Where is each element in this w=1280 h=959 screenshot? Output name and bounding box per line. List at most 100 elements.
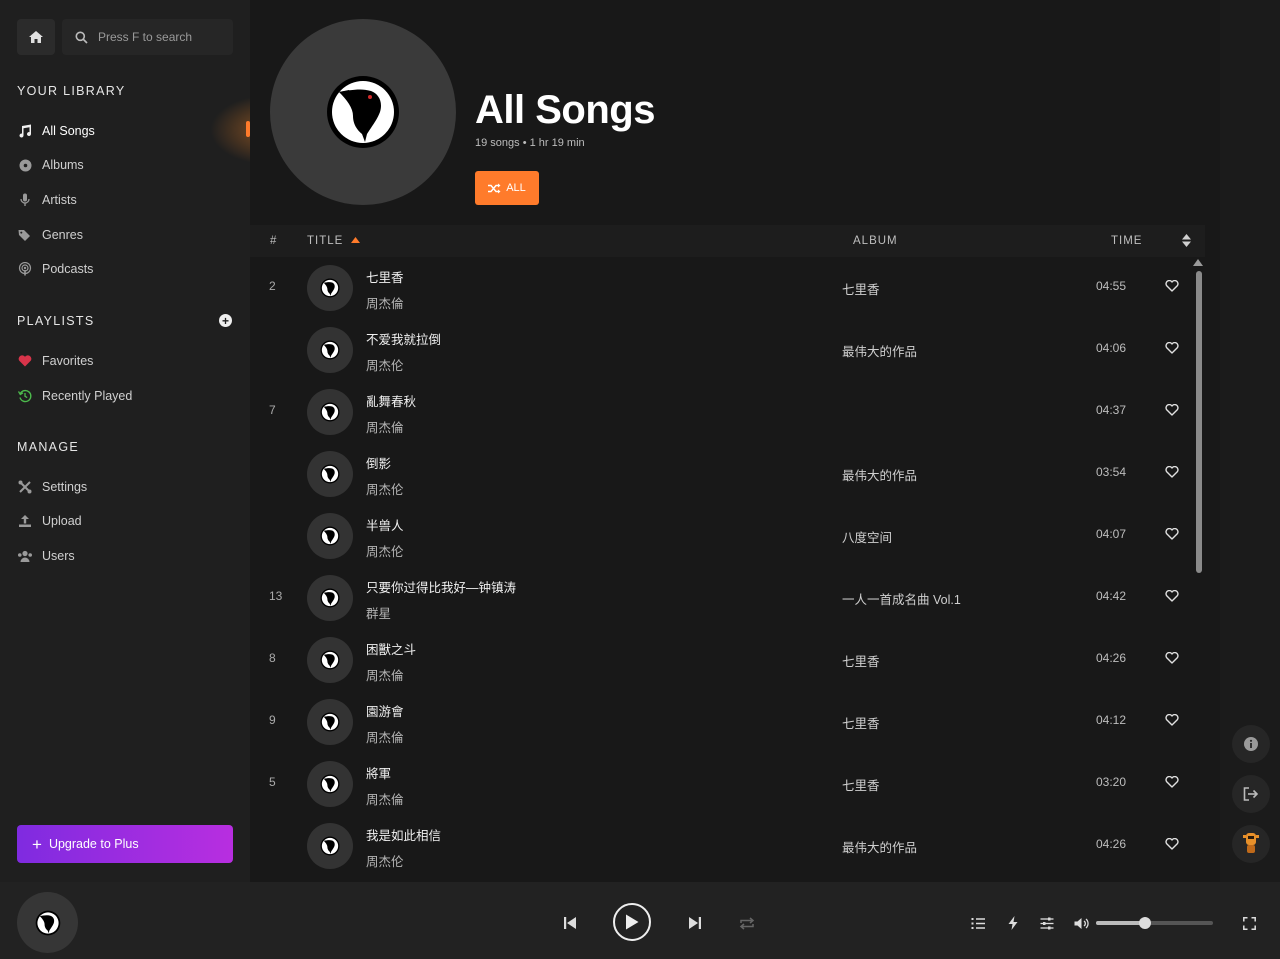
track-duration: 04:37 [1096, 403, 1127, 417]
lyrics-button[interactable] [1005, 915, 1021, 931]
song-row[interactable]: 2 七里香 周杰倫 七里香 04:55 [250, 257, 1190, 319]
search-box[interactable] [62, 19, 233, 55]
fullscreen-button[interactable] [1241, 915, 1257, 931]
track-album[interactable]: 最伟大的作品 [842, 837, 917, 856]
home-button[interactable] [17, 19, 55, 55]
fullscreen-icon [1242, 916, 1256, 930]
song-row[interactable]: 我是如此相信 周杰伦 最伟大的作品 04:26 [250, 815, 1190, 877]
track-album[interactable]: 一人一首成名曲 Vol.1 [842, 589, 961, 608]
favorite-heart-icon[interactable] [1165, 341, 1179, 359]
nav-upload[interactable]: Upload [17, 511, 82, 531]
nav-albums[interactable]: Albums [17, 155, 84, 175]
logout-button[interactable] [1232, 775, 1270, 813]
track-album[interactable]: 七里香 [842, 279, 880, 298]
favorite-heart-icon[interactable] [1165, 527, 1179, 545]
song-row[interactable]: 7 亂舞春秋 周杰倫 04:37 [250, 381, 1190, 443]
user-avatar[interactable] [1232, 825, 1270, 863]
col-time[interactable]: TIME [1111, 235, 1142, 247]
favorite-heart-icon[interactable] [1165, 713, 1179, 731]
nav-settings[interactable]: Settings [17, 477, 87, 497]
repeat-button[interactable] [738, 915, 755, 931]
favorite-heart-icon[interactable] [1165, 837, 1179, 855]
next-button[interactable] [687, 915, 703, 931]
track-artist[interactable]: 周杰伦 [366, 541, 404, 560]
track-album[interactable]: 七里香 [842, 651, 880, 670]
song-row[interactable]: 倒影 周杰伦 最伟大的作品 03:54 [250, 443, 1190, 505]
tags-icon [17, 227, 33, 243]
favorite-heart-icon[interactable] [1165, 775, 1179, 793]
volume-knob[interactable] [1139, 917, 1152, 929]
track-artist[interactable]: 周杰伦 [366, 851, 404, 870]
favorite-heart-icon[interactable] [1165, 651, 1179, 669]
table-header: # TITLE ALBUM TIME [250, 225, 1205, 257]
nav-artists[interactable]: Artists [17, 190, 77, 210]
mute-button[interactable] [1073, 915, 1091, 931]
track-thumbnail[interactable] [307, 575, 353, 621]
search-input[interactable] [98, 30, 218, 44]
song-row[interactable]: 8 困獸之斗 周杰倫 七里香 04:26 [250, 629, 1190, 691]
previous-button[interactable] [562, 915, 578, 931]
volume-slider[interactable] [1096, 917, 1213, 929]
track-artist[interactable]: 周杰倫 [366, 727, 404, 746]
track-artist[interactable]: 周杰倫 [366, 665, 404, 684]
track-duration: 03:54 [1096, 465, 1127, 479]
track-artist[interactable]: 周杰伦 [366, 479, 404, 498]
scroll-thumb[interactable] [1196, 271, 1202, 573]
scroll-up-arrow[interactable] [1193, 259, 1203, 266]
favorite-heart-icon[interactable] [1165, 403, 1179, 421]
page-meta: 19 songs • 1 hr 19 min [475, 137, 585, 149]
equalizer-button[interactable] [1039, 915, 1055, 931]
track-thumbnail[interactable] [307, 451, 353, 497]
track-thumbnail[interactable] [307, 699, 353, 745]
song-row[interactable]: 半兽人 周杰伦 八度空间 04:07 [250, 505, 1190, 567]
nav-users[interactable]: Users [17, 546, 75, 566]
track-number: 9 [269, 713, 276, 727]
track-album[interactable]: 八度空间 [842, 527, 892, 546]
favorite-heart-icon[interactable] [1165, 589, 1179, 607]
add-playlist-button[interactable]: + [219, 314, 232, 327]
nav-genres[interactable]: Genres [17, 225, 83, 245]
playlist-recently-played[interactable]: Recently Played [17, 386, 132, 406]
track-thumbnail[interactable] [307, 513, 353, 559]
track-album[interactable]: 七里香 [842, 713, 880, 732]
nav-podcasts[interactable]: Podcasts [17, 259, 93, 279]
track-album[interactable]: 最伟大的作品 [842, 341, 917, 360]
col-number[interactable]: # [270, 235, 277, 247]
sliders-icon [1040, 917, 1054, 929]
track-thumbnail[interactable] [307, 265, 353, 311]
track-thumbnail[interactable] [307, 761, 353, 807]
shuffle-all-button[interactable]: ALL [475, 171, 539, 205]
song-row[interactable]: 9 園游會 周杰倫 七里香 04:12 [250, 691, 1190, 753]
track-artist[interactable]: 周杰倫 [366, 789, 404, 808]
now-playing-art[interactable] [17, 892, 78, 953]
song-list-scrollbar[interactable] [1192, 257, 1204, 882]
track-thumbnail[interactable] [307, 389, 353, 435]
track-artist[interactable]: 群星 [366, 603, 391, 622]
track-album[interactable]: 七里香 [842, 775, 880, 794]
favorite-heart-icon[interactable] [1165, 465, 1179, 483]
favorite-heart-icon[interactable] [1165, 279, 1179, 297]
raven-logo-icon [320, 836, 340, 856]
repeat-icon [739, 916, 754, 930]
playlist-favorites[interactable]: Favorites [17, 351, 93, 371]
track-artist[interactable]: 周杰伦 [366, 355, 404, 374]
song-row[interactable]: 不爱我就拉倒 周杰伦 最伟大的作品 04:06 [250, 319, 1190, 381]
song-row[interactable]: 5 將軍 周杰倫 七里香 03:20 [250, 753, 1190, 815]
nav-all-songs[interactable]: All Songs [17, 121, 95, 141]
queue-button[interactable] [970, 915, 986, 931]
track-artist[interactable]: 周杰倫 [366, 417, 404, 436]
song-row[interactable]: 13 只要你过得比我好—钟镇涛 群星 一人一首成名曲 Vol.1 04:42 [250, 567, 1190, 629]
track-title: 園游會 [366, 705, 404, 719]
upgrade-button[interactable]: + Upgrade to Plus [17, 825, 233, 863]
track-thumbnail[interactable] [307, 823, 353, 869]
col-title[interactable]: TITLE [307, 235, 360, 247]
play-button[interactable] [613, 903, 651, 941]
nav-label: Albums [42, 158, 84, 172]
track-artist[interactable]: 周杰倫 [366, 293, 404, 312]
track-thumbnail[interactable] [307, 327, 353, 373]
track-album[interactable]: 最伟大的作品 [842, 465, 917, 484]
track-thumbnail[interactable] [307, 637, 353, 683]
info-button[interactable] [1232, 725, 1270, 763]
sort-toggle-icon[interactable] [1182, 234, 1191, 250]
col-album[interactable]: ALBUM [853, 235, 898, 247]
